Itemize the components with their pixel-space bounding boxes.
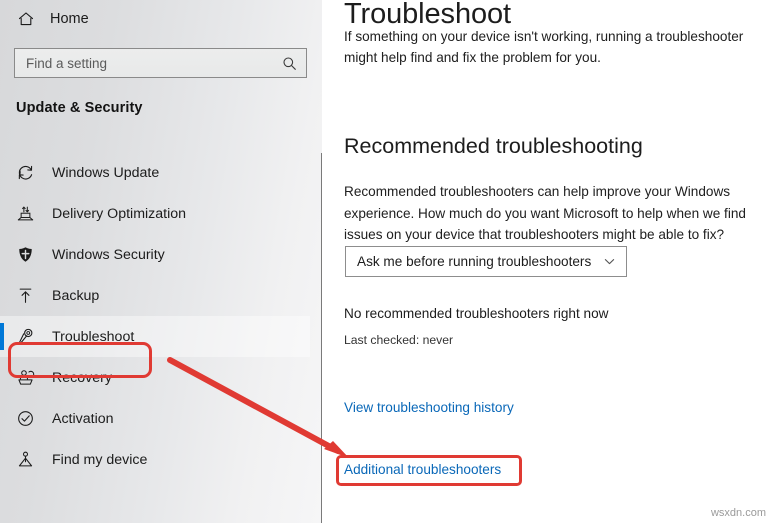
chevron-down-icon xyxy=(602,254,617,269)
sidebar-item-troubleshoot-label: Troubleshoot xyxy=(52,328,135,345)
sidebar-section-title: Update & Security xyxy=(16,100,143,116)
dropdown-selected-value: Ask me before running troubleshooters xyxy=(357,254,592,269)
main-content: Troubleshoot If something on your device… xyxy=(323,0,775,523)
settings-window: Home Update & Security xyxy=(0,0,775,523)
sidebar-item-find-my-device-label: Find my device xyxy=(52,451,148,468)
additional-troubleshooters-link[interactable]: Additional troubleshooters xyxy=(344,462,501,477)
sidebar-nav-list: Windows Update Delivery Optimization Win… xyxy=(0,152,310,480)
page-description: If something on your device isn't workin… xyxy=(344,29,744,65)
recovery-icon xyxy=(16,367,40,389)
recommended-troubleshooting-dropdown[interactable]: Ask me before running troubleshooters xyxy=(345,246,627,277)
sidebar-item-home-label: Home xyxy=(50,11,89,27)
view-troubleshooting-history-link[interactable]: View troubleshooting history xyxy=(344,400,514,415)
last-checked-text: Last checked: never xyxy=(344,333,454,347)
home-icon xyxy=(16,9,36,29)
sidebar-item-delivery-optimization[interactable]: Delivery Optimization xyxy=(0,193,310,234)
upload-arrow-icon xyxy=(16,285,40,307)
recommended-troubleshooting-description: Recommended troubleshooters can help imp… xyxy=(344,184,746,242)
sidebar-item-activation-label: Activation xyxy=(52,410,114,427)
sidebar-item-windows-security-label: Windows Security xyxy=(52,246,165,263)
sidebar-item-delivery-optimization-label: Delivery Optimization xyxy=(52,205,187,222)
watermark: wsxdn.com xyxy=(710,507,766,519)
sidebar-item-recovery-label: Recovery xyxy=(52,369,112,386)
sidebar-item-home[interactable]: Home xyxy=(0,3,300,35)
no-recommendations-text: No recommended troubleshooters right now xyxy=(344,306,609,321)
search-icon[interactable] xyxy=(275,49,303,77)
delivery-optimization-icon xyxy=(16,203,40,225)
sidebar-item-backup[interactable]: Backup xyxy=(0,275,310,316)
sidebar-item-backup-label: Backup xyxy=(52,287,100,304)
recommended-troubleshooting-heading: Recommended troubleshooting xyxy=(344,134,643,158)
sidebar-item-windows-security[interactable]: Windows Security xyxy=(0,234,310,275)
sidebar-item-windows-update-label: Windows Update xyxy=(52,164,160,181)
refresh-icon xyxy=(16,162,40,184)
wrench-icon xyxy=(16,326,40,348)
search-input[interactable] xyxy=(15,54,275,72)
shield-icon xyxy=(16,244,40,266)
check-circle-icon xyxy=(16,408,40,430)
search-box[interactable] xyxy=(14,48,307,78)
sidebar-item-recovery[interactable]: Recovery xyxy=(0,357,310,398)
sidebar: Home Update & Security xyxy=(0,0,322,523)
sidebar-item-activation[interactable]: Activation xyxy=(0,398,310,439)
find-device-icon xyxy=(16,449,40,471)
sidebar-item-find-my-device[interactable]: Find my device xyxy=(0,439,310,480)
sidebar-item-windows-update[interactable]: Windows Update xyxy=(0,152,310,193)
selection-accent-bar xyxy=(0,323,4,350)
sidebar-item-troubleshoot[interactable]: Troubleshoot xyxy=(0,316,310,357)
